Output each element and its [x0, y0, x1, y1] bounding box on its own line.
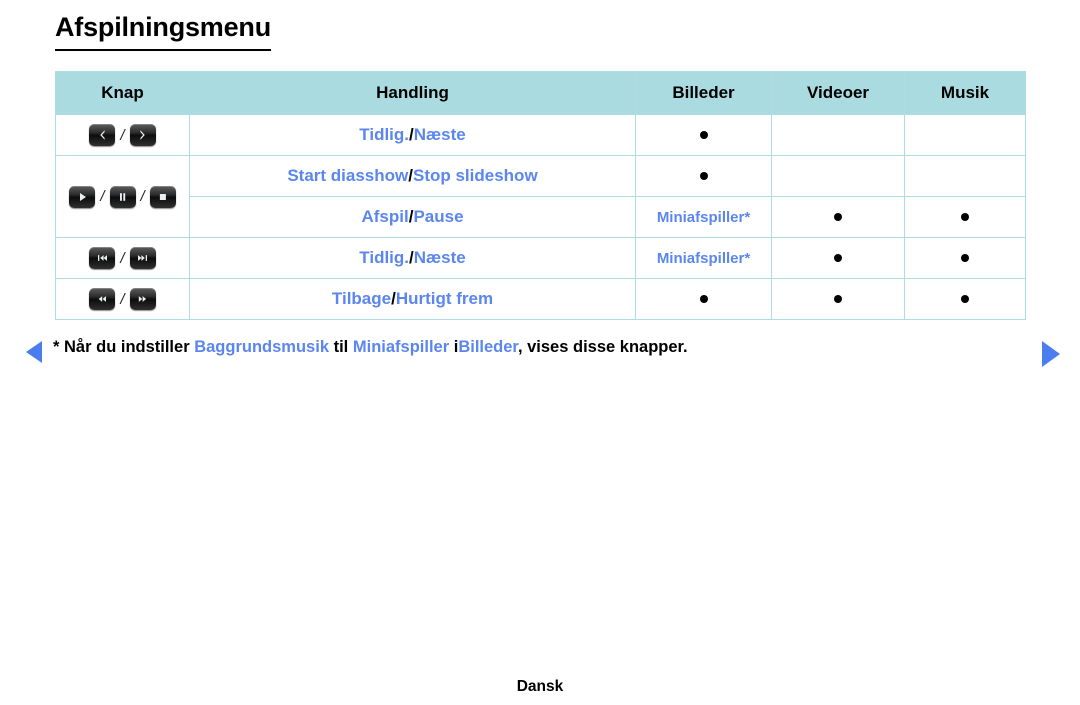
table-row: Afspil/Pause Miniafspiller* — [56, 196, 1026, 238]
table-header-row: Knap Handling Billeder Videoer Musik — [55, 71, 1026, 115]
skip-next-icon[interactable] — [129, 247, 156, 269]
play-icon[interactable] — [69, 185, 96, 208]
action-cell: Tidlig./Næste — [189, 114, 636, 156]
next-page-arrow-icon[interactable] — [1042, 341, 1060, 367]
musik-cell — [904, 237, 1026, 279]
pause-icon[interactable] — [109, 185, 136, 208]
action-label-left: Afspil — [361, 207, 409, 226]
rewind-icon[interactable] — [89, 288, 116, 310]
table-row: / Tidlig./Næste — [55, 237, 1026, 279]
footnote-part4: , vises disse knapper. — [517, 338, 688, 356]
videoer-cell — [771, 155, 905, 197]
footnote-part2: til — [333, 338, 349, 356]
action-label-right: Hurtigt frem — [395, 289, 494, 308]
support-dot — [961, 213, 969, 222]
billeder-cell: Miniafspiller* — [635, 237, 772, 279]
table-row: / / Start diasshow/Stop slideshow — [55, 155, 1026, 238]
videoer-cell — [771, 196, 905, 238]
button-cell-skip: / — [55, 237, 190, 279]
footnote-part1: Når du indstiller — [64, 338, 190, 356]
footnote-highlight-miniafspiller: Miniafspiller — [352, 338, 450, 356]
support-dot — [961, 254, 969, 263]
billeder-cell — [635, 114, 772, 156]
action-cell: Tilbage/Hurtigt frem — [189, 278, 636, 320]
videoer-cell — [771, 114, 905, 156]
action-label-right: Næste — [413, 248, 466, 267]
footnote-highlight-baggrundsmusik: Baggrundsmusik — [194, 338, 329, 356]
action-cell: Afspil/Pause — [189, 196, 636, 238]
playback-menu-table-wrapper: Knap Handling Billeder Videoer Musik / T… — [55, 71, 1026, 320]
chevron-right-icon[interactable] — [129, 124, 156, 146]
support-dot — [834, 213, 842, 222]
separator-slash: / — [140, 188, 145, 205]
separator-slash: / — [120, 290, 125, 308]
support-dot — [699, 172, 708, 181]
billeder-cell — [635, 278, 772, 320]
billeder-cell: Miniafspiller* — [635, 196, 772, 238]
column-header-knap: Knap — [55, 71, 190, 115]
support-dot — [834, 254, 842, 263]
footnote-asterisk: * — [53, 338, 60, 356]
playback-menu-table: Knap Handling Billeder Videoer Musik / T… — [55, 71, 1026, 320]
videoer-cell — [771, 237, 905, 279]
button-cell-transport: / / — [55, 155, 190, 238]
footnote: * Når du indstiller Baggrundsmusik til M… — [53, 338, 688, 357]
table-row: / Tilbage/Hurtigt frem — [55, 278, 1026, 320]
page-footer-language: Dansk — [516, 678, 564, 695]
action-label-right: Pause — [413, 207, 464, 226]
skip-previous-icon[interactable] — [89, 247, 116, 269]
support-dot — [834, 295, 842, 304]
separator-slash: / — [120, 126, 125, 144]
separator-slash: / — [120, 249, 125, 267]
separator-slash: / — [100, 188, 105, 205]
action-label-left: Start diasshow — [287, 166, 409, 185]
action-cell: Start diasshow/Stop slideshow — [189, 155, 636, 197]
action-label-left: Tilbage — [331, 289, 392, 308]
footnote-highlight-billeder: Billeder — [458, 338, 518, 356]
previous-page-arrow-icon[interactable] — [26, 341, 42, 363]
support-dot — [699, 131, 708, 140]
table-row: / Tidlig./Næste — [55, 114, 1026, 156]
action-label-right: Stop slideshow — [412, 166, 538, 185]
musik-cell — [904, 114, 1026, 156]
column-header-handling: Handling — [189, 71, 636, 115]
miniplayer-label: Miniafspiller* — [656, 249, 751, 267]
chevron-left-icon[interactable] — [89, 124, 116, 146]
stop-icon[interactable] — [149, 185, 176, 208]
videoer-cell — [771, 278, 905, 320]
action-cell: Tidlig./Næste — [189, 237, 636, 279]
button-cell-seek: / — [55, 278, 190, 320]
action-label-right: Næste — [413, 125, 466, 144]
page-title: Afspilningsmenu — [55, 12, 271, 52]
button-cell-chevrons: / — [55, 114, 190, 156]
column-header-musik: Musik — [904, 71, 1026, 115]
musik-cell — [904, 278, 1026, 320]
billeder-cell — [635, 155, 772, 197]
miniplayer-label: Miniafspiller* — [656, 208, 751, 226]
support-dot — [699, 295, 708, 304]
column-header-billeder: Billeder — [635, 71, 772, 115]
action-label-left: Tidlig. — [359, 125, 410, 144]
support-dot — [961, 295, 969, 304]
action-label-left: Tidlig. — [359, 248, 410, 267]
musik-cell — [904, 155, 1026, 197]
fast-forward-icon[interactable] — [129, 288, 156, 310]
musik-cell — [904, 196, 1026, 238]
column-header-videoer: Videoer — [771, 71, 905, 115]
